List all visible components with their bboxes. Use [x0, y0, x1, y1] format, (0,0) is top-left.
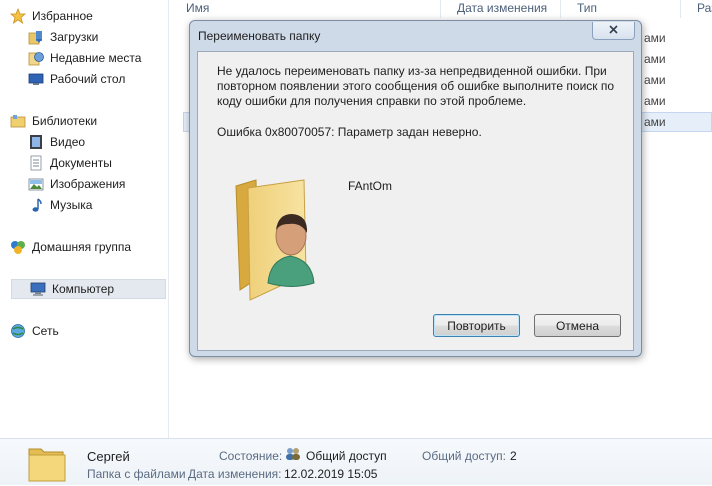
rename-error-dialog: Переименовать папку Не удалось переимено…: [189, 20, 642, 357]
documents-icon: [28, 155, 44, 171]
details-modified-value: 12.02.2019 15:05: [284, 467, 378, 481]
star-icon: [9, 7, 27, 24]
list-item-type-text: ами: [644, 31, 666, 45]
error-message: Не удалось переименовать папку из-за неп…: [217, 64, 615, 108]
downloads-folder-icon: [28, 29, 44, 45]
nav-libraries-label: Библиотеки: [32, 114, 98, 128]
nav-item-label: Музыка: [50, 198, 93, 212]
nav-homegroup-label: Домашняя группа: [32, 240, 132, 254]
homegroup-icon: [10, 239, 26, 255]
details-shared-value: 2: [510, 449, 517, 463]
dialog-title: Переименовать папку: [198, 29, 321, 43]
column-header-size[interactable]: Разм: [681, 0, 712, 18]
details-shared-label: Общий доступ:: [422, 449, 506, 463]
close-icon: [609, 25, 618, 34]
desktop-icon: [28, 71, 44, 87]
recent-places-icon: [28, 50, 44, 66]
column-header-name[interactable]: Имя: [170, 0, 441, 18]
list-item-type-text: ами: [644, 115, 666, 129]
cancel-label: Отмена: [555, 318, 600, 333]
pictures-icon: [28, 176, 44, 192]
nav-item-label: Документы: [50, 156, 112, 170]
details-pane: Сергей Папка с файлами Состояние: Общий …: [0, 438, 712, 485]
details-modified-label: Дата изменения:: [188, 467, 282, 481]
nav-item-documents[interactable]: Документы: [0, 153, 112, 173]
details-state-label: Состояние:: [219, 449, 283, 463]
nav-libraries[interactable]: Библиотеки: [0, 111, 97, 131]
computer-icon: [30, 281, 46, 297]
nav-item-video[interactable]: Видео: [0, 132, 85, 152]
nav-item-downloads[interactable]: Загрузки: [0, 27, 98, 47]
column-header-type[interactable]: Тип: [561, 0, 681, 18]
retry-label: Повторить: [447, 318, 506, 333]
video-icon: [28, 134, 44, 150]
dialog-body: Не удалось переименовать папку из-за неп…: [197, 51, 634, 351]
nav-item-label: Рабочий стол: [50, 72, 126, 86]
error-code: Ошибка 0x80070057: Параметр задан неверн…: [217, 125, 482, 139]
close-button[interactable]: [592, 22, 635, 40]
network-icon: [10, 323, 26, 339]
music-icon: [28, 197, 44, 213]
nav-item-music[interactable]: Музыка: [0, 195, 92, 215]
nav-favorites-label: Избранное: [32, 9, 93, 23]
list-item-type-text: ами: [644, 52, 666, 66]
nav-item-label: Недавние места: [50, 51, 142, 65]
user-folder-icon: [228, 178, 328, 303]
navigation-pane: Избранное Загрузки Недавние места Рабочи…: [0, 0, 169, 438]
nav-network[interactable]: Сеть: [0, 321, 59, 341]
list-item-type-text: ами: [644, 73, 666, 87]
nav-favorites[interactable]: Избранное: [0, 6, 93, 26]
column-header-row: Имя Дата изменения Тип Разм: [170, 0, 712, 18]
column-header-date[interactable]: Дата изменения: [441, 0, 561, 18]
nav-item-label: Загрузки: [50, 30, 99, 44]
details-name: Сергей: [87, 449, 130, 464]
details-state-value: Общий доступ: [306, 449, 387, 463]
nav-item-recent[interactable]: Недавние места: [0, 48, 141, 68]
nav-homegroup[interactable]: Домашняя группа: [0, 237, 131, 257]
folder-name: FAntOm: [348, 179, 393, 193]
nav-computer[interactable]: Компьютер: [11, 279, 166, 299]
list-item-type-text: ами: [644, 94, 666, 108]
details-kind: Папка с файлами: [87, 467, 186, 481]
libraries-icon: [10, 113, 26, 129]
nav-item-pictures[interactable]: Изображения: [0, 174, 125, 194]
nav-item-desktop[interactable]: Рабочий стол: [0, 69, 125, 89]
folder-icon: [27, 443, 67, 483]
nav-item-label: Видео: [50, 135, 86, 149]
nav-network-label: Сеть: [32, 324, 59, 338]
nav-item-label: Изображения: [50, 177, 126, 191]
nav-computer-label: Компьютер: [52, 282, 115, 296]
retry-button[interactable]: Повторить: [433, 314, 520, 337]
shared-users-icon: [285, 447, 301, 461]
cancel-button[interactable]: Отмена: [534, 314, 621, 337]
